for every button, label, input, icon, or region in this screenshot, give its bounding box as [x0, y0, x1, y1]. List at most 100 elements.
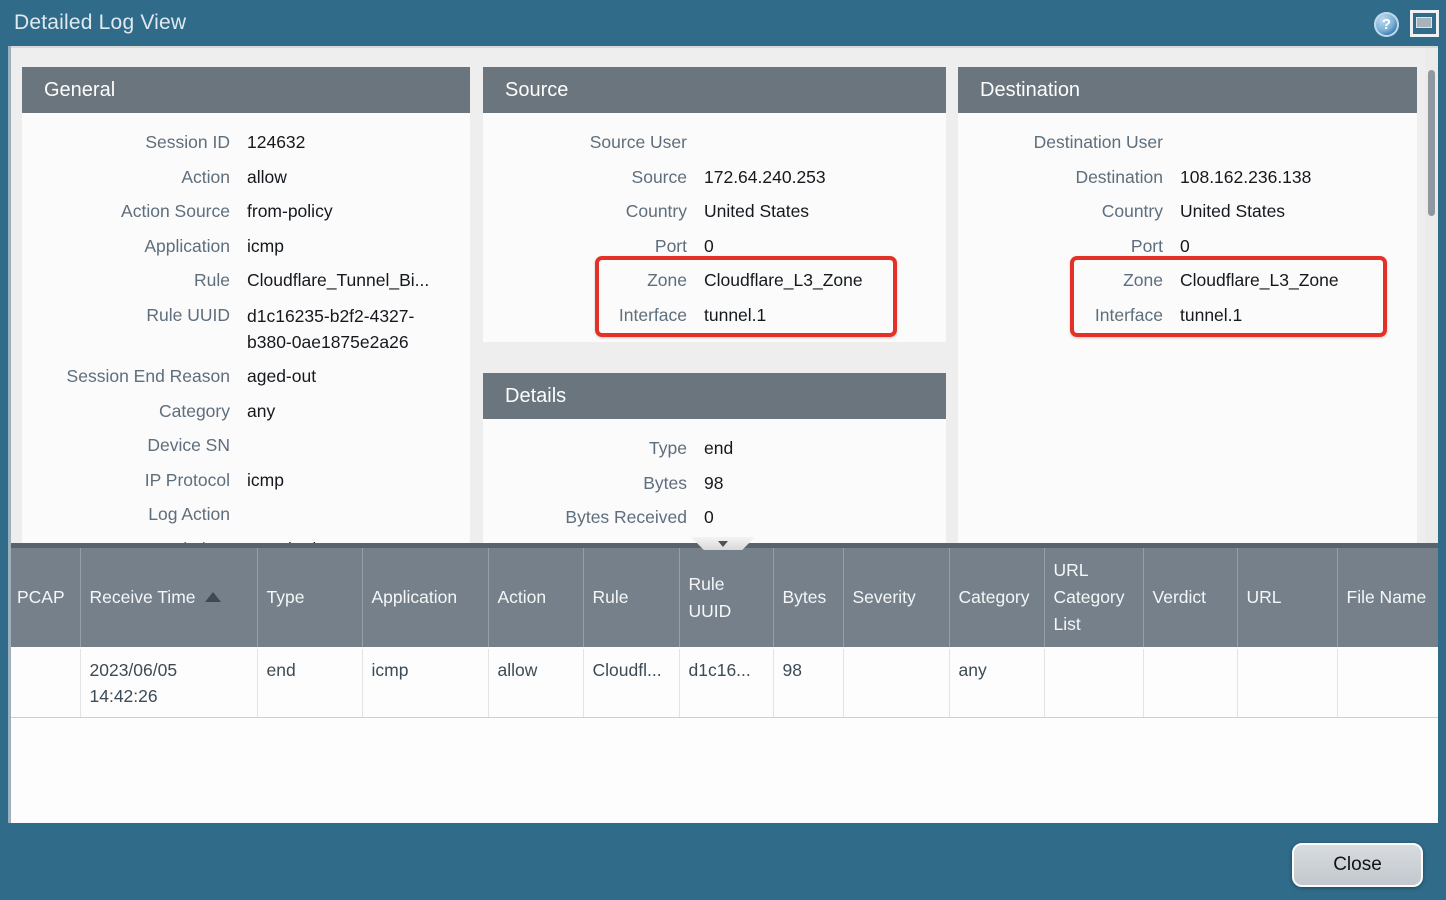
- field-row-rule-uuid: Rule UUIDd1c16235-b2f2-4327-b380-0ae1875…: [22, 298, 470, 359]
- field-row-source-country: CountryUnited States: [483, 194, 946, 229]
- field-value: from-policy: [247, 194, 333, 229]
- field-label: Session ID: [22, 125, 230, 160]
- content-left-edge: [8, 46, 11, 823]
- vertical-scrollbar-thumb[interactable]: [1428, 70, 1435, 216]
- field-label: Country: [483, 194, 687, 229]
- cell-rule: Cloudfl...: [583, 648, 679, 718]
- column-header-rule[interactable]: Rule: [583, 548, 679, 648]
- field-row-action: Action allow: [22, 160, 470, 195]
- column-header-severity[interactable]: Severity: [843, 548, 949, 648]
- field-value: 124632: [247, 125, 305, 160]
- source-panel-header: Source: [483, 67, 946, 113]
- field-label: Port: [483, 229, 687, 264]
- column-header-label: Rule UUID: [689, 574, 732, 621]
- general-panel-header: General: [22, 67, 470, 113]
- vertical-scrollbar-track[interactable]: [1425, 48, 1438, 545]
- field-value: 98: [704, 466, 723, 501]
- column-header-pcap[interactable]: PCAP: [8, 548, 80, 648]
- field-label: Country: [958, 194, 1163, 229]
- field-label: Bytes Received: [483, 500, 687, 535]
- details-panel-body: Typeend Bytes98 Bytes Received0: [483, 419, 946, 535]
- column-header-category[interactable]: Category: [949, 548, 1044, 648]
- detailed-log-view-dialog: { "window": { "title": "Detailed Log Vie…: [0, 0, 1446, 900]
- column-header-verdict[interactable]: Verdict: [1143, 548, 1237, 648]
- dialog-title: Detailed Log View: [14, 0, 186, 46]
- field-row-bytes: Bytes 98: [483, 466, 946, 501]
- cell-rule-uuid: d1c16...: [679, 648, 773, 718]
- general-panel-body: Session ID 124632 Action allow Action Sour…: [22, 113, 470, 545]
- field-value: end: [704, 431, 733, 466]
- field-row-session-end-reason: Session End Reasonaged-out: [22, 359, 470, 394]
- close-button[interactable]: Close: [1292, 843, 1423, 887]
- cell-pcap: [8, 648, 80, 718]
- column-header-label: PCAP: [17, 587, 65, 607]
- destination-panel-body: Destination User Destination 108.162.236.…: [958, 113, 1417, 333]
- log-table-row[interactable]: 2023/06/05 14:42:26 end icmp allow Cloud…: [8, 648, 1438, 718]
- titlebar: Detailed Log View ?: [0, 0, 1446, 46]
- field-value: icmp: [247, 229, 284, 264]
- field-label: Bytes: [483, 466, 687, 501]
- field-label: Destination User: [958, 125, 1163, 160]
- column-header-label: Application: [372, 587, 458, 607]
- field-row-log-action: Log Action: [22, 497, 470, 532]
- details-panel-header: Details: [483, 373, 946, 419]
- restore-window-icon[interactable]: [1410, 10, 1439, 37]
- field-row-destination-port: Port0: [958, 229, 1417, 264]
- column-header-label: Category: [959, 587, 1030, 607]
- column-header-receive-time[interactable]: Receive Time: [80, 548, 257, 648]
- cell-type: end: [257, 648, 362, 718]
- field-value: any: [247, 394, 275, 429]
- column-header-file-name[interactable]: File Name: [1337, 548, 1438, 648]
- column-header-label: File Name: [1347, 587, 1427, 607]
- column-header-action[interactable]: Action: [488, 548, 583, 648]
- field-label: Action Source: [22, 194, 230, 229]
- field-row-action-source: Action Source from-policy: [22, 194, 470, 229]
- column-header-label: Rule: [593, 587, 629, 607]
- field-row-source-port: Port 0: [483, 229, 946, 264]
- cell-file-name: [1337, 648, 1438, 718]
- field-label: Category: [22, 394, 230, 429]
- help-icon[interactable]: ?: [1374, 12, 1399, 37]
- column-header-application[interactable]: Application: [362, 548, 488, 648]
- cell-category: any: [949, 648, 1044, 718]
- column-header-type[interactable]: Type: [257, 548, 362, 648]
- field-row-session-id: Session ID 124632: [22, 125, 470, 160]
- column-header-label: Action: [498, 587, 547, 607]
- cell-bytes: 98: [773, 648, 843, 718]
- field-label: Action: [22, 160, 230, 195]
- field-value: 108.162.236.138: [1180, 160, 1311, 195]
- field-label: Session End Reason: [22, 359, 230, 394]
- field-label: Source User: [483, 125, 687, 160]
- source-panel: Source Source User Source172.64.240.253 …: [483, 67, 946, 342]
- general-panel: General Session ID 124632 Action allow Act…: [22, 67, 470, 545]
- log-detail-panels-section: General Session ID 124632 Action allow Act…: [8, 46, 1438, 545]
- field-value: allow: [247, 160, 287, 195]
- column-header-rule-uuid[interactable]: Rule UUID: [679, 548, 773, 648]
- field-row-category: Category any: [22, 394, 470, 429]
- field-row-destination-zone: Zone Cloudflare_L3_Zone: [958, 263, 1417, 298]
- field-label: Interface: [958, 298, 1163, 333]
- field-value: Cloudflare_L3_Zone: [1180, 263, 1339, 298]
- field-label: Destination: [958, 160, 1163, 195]
- field-row-source-interface: Interfacetunnel.1: [483, 298, 946, 333]
- cell-url: [1237, 648, 1337, 718]
- column-header-bytes[interactable]: Bytes: [773, 548, 843, 648]
- chevron-down-icon: [718, 541, 728, 547]
- field-value: Cloudflare_L3_Zone: [704, 263, 863, 298]
- cell-severity: [843, 648, 949, 718]
- field-row-type: Typeend: [483, 431, 946, 466]
- field-value: 0: [704, 229, 714, 264]
- source-panel-body: Source User Source172.64.240.253 Country…: [483, 113, 946, 333]
- field-row-destination-user: Destination User: [958, 125, 1417, 160]
- field-label: Port: [958, 229, 1163, 264]
- field-row-source: Source172.64.240.253: [483, 160, 946, 195]
- column-header-url-category-list[interactable]: URL Category List: [1044, 548, 1143, 648]
- field-row-ip-protocol: IP Protocolicmp: [22, 463, 470, 498]
- cell-receive-time: 2023/06/05 14:42:26: [80, 648, 257, 718]
- cell-action: allow: [488, 648, 583, 718]
- column-header-url[interactable]: URL: [1237, 548, 1337, 648]
- table-header-row: PCAP Receive Time Type Application Actio…: [8, 548, 1438, 648]
- field-label: Zone: [958, 263, 1163, 298]
- field-label: Zone: [483, 263, 687, 298]
- field-label: Interface: [483, 298, 687, 333]
